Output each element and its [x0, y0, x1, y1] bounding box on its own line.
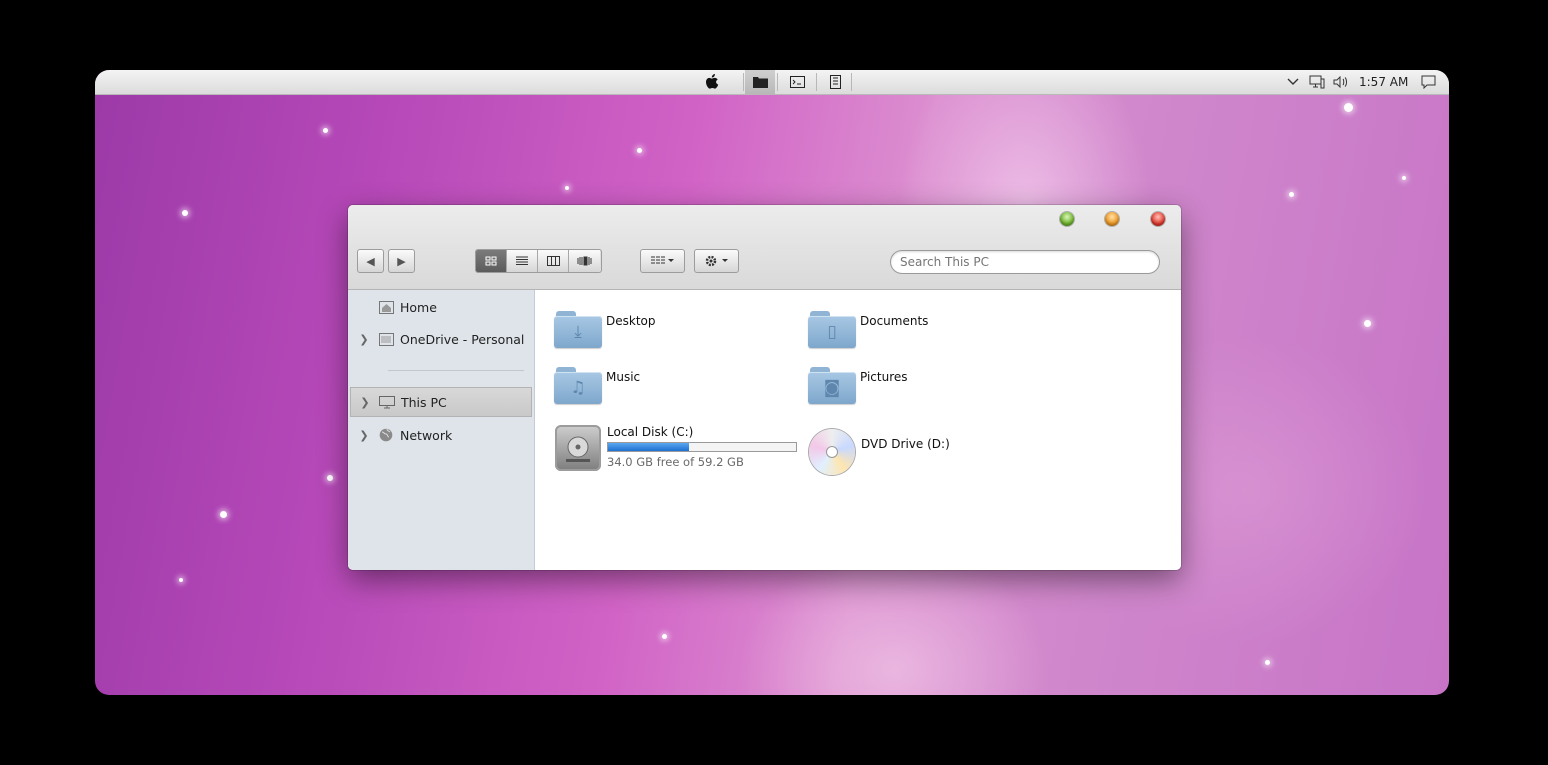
apple-icon[interactable]	[698, 70, 728, 94]
star	[1289, 192, 1294, 197]
pictures-folder-icon: ◙	[808, 365, 856, 405]
sidebar-item-home[interactable]: Home	[350, 292, 532, 322]
item-label: Documents	[860, 314, 929, 328]
close-button[interactable]	[1151, 212, 1165, 226]
disk-free-text: 34.0 GB free of 59.2 GB	[607, 455, 744, 469]
folder-desktop[interactable]: ⤓ Desktop	[554, 309, 656, 349]
desktop: 1:57 AM ◀ ▶ Search This PC Home ❯ OneDri…	[95, 70, 1449, 695]
sidebar-item-label: Network	[400, 427, 453, 443]
computer-icon	[379, 395, 395, 409]
sidebar-item-label: This PC	[401, 394, 447, 410]
chevron-up-icon[interactable]	[1283, 70, 1303, 94]
drive-dvd-d[interactable]: DVD Drive (D:)	[809, 429, 950, 475]
star	[1344, 103, 1353, 112]
folder-icon: ⤓	[554, 309, 602, 349]
sidebar-item-network[interactable]: ❯ Network	[350, 420, 532, 450]
sidebar-item-label: Home	[400, 299, 437, 315]
back-arrow-icon: ◀	[366, 254, 375, 268]
folder-documents[interactable]: ▯ Documents	[808, 309, 928, 349]
window-titlebar: ◀ ▶	[348, 205, 1181, 290]
folder-icon[interactable]	[745, 70, 775, 94]
folder-music[interactable]: ♫ Music	[554, 365, 640, 405]
cover-flow-icon	[577, 256, 592, 266]
music-folder-icon: ♫	[554, 365, 602, 405]
chevron-right-icon[interactable]: ❯	[351, 396, 379, 409]
content-area: ⤓ Desktop ▯ Documents ♫ Music ◙ Pictures	[535, 290, 1181, 570]
drive-local-disk-c[interactable]: Local Disk (C:) 34.0 GB free of 59.2 GB	[555, 425, 797, 471]
menu-separator	[743, 73, 744, 91]
view-list-button[interactable]	[507, 250, 538, 272]
sidebar-item-onedrive[interactable]: ❯ OneDrive - Personal	[350, 324, 532, 354]
folder-pictures[interactable]: ◙ Pictures	[808, 365, 908, 405]
star	[182, 210, 188, 216]
view-mode-segmented-control	[475, 249, 602, 273]
arrange-icon	[650, 256, 674, 264]
item-label: DVD Drive (D:)	[861, 437, 950, 451]
menu-separator	[777, 73, 778, 91]
network-globe-icon	[378, 428, 394, 442]
star	[1364, 320, 1371, 327]
star	[637, 148, 642, 153]
chevron-right-icon[interactable]: ❯	[350, 429, 378, 442]
sidebar-divider	[388, 370, 524, 371]
volume-icon[interactable]	[1331, 70, 1351, 94]
disk-usage-fill	[608, 443, 689, 451]
maximize-button[interactable]	[1105, 212, 1119, 226]
menu-separator	[816, 73, 817, 91]
chevron-right-icon[interactable]: ❯	[350, 333, 378, 346]
clock[interactable]: 1:57 AM	[1359, 70, 1408, 94]
forward-button[interactable]: ▶	[388, 249, 415, 273]
sidebar: Home ❯ OneDrive - Personal ❯ This PC ❯ N…	[348, 290, 535, 570]
star	[662, 634, 667, 639]
star	[327, 475, 333, 481]
action-gear-button[interactable]	[694, 249, 739, 273]
notification-icon[interactable]	[1417, 70, 1439, 94]
grid-icon	[485, 256, 497, 266]
menu-bar: 1:57 AM ◀ ▶ Search This PC Home ❯ OneDri…	[95, 70, 1449, 570]
view-columns-button[interactable]	[538, 250, 569, 272]
item-label: Music	[606, 370, 641, 384]
search-input[interactable]	[890, 250, 1160, 274]
sidebar-item-label: OneDrive - Personal	[400, 331, 525, 347]
star	[565, 186, 569, 190]
star	[323, 128, 328, 133]
item-label: Desktop	[606, 314, 656, 328]
dvd-icon	[809, 429, 855, 475]
star	[1402, 176, 1406, 180]
star	[179, 578, 183, 582]
onedrive-icon	[378, 332, 394, 346]
star	[1265, 660, 1270, 665]
columns-icon	[546, 256, 560, 266]
view-cover-flow-button[interactable]	[569, 250, 600, 272]
arrange-button[interactable]	[640, 249, 685, 273]
view-icons-button[interactable]	[476, 250, 507, 272]
folder-icon: ▯	[808, 309, 856, 349]
list-icon	[516, 256, 528, 265]
panel-icon[interactable]	[820, 70, 850, 94]
disk-usage-bar	[607, 442, 797, 452]
minimize-button[interactable]	[1060, 212, 1074, 226]
forward-arrow-icon: ▶	[397, 254, 406, 268]
home-icon	[378, 300, 394, 314]
star	[220, 511, 227, 518]
back-button[interactable]: ◀	[357, 249, 384, 273]
item-label: Pictures	[860, 370, 908, 384]
terminal-icon[interactable]	[782, 70, 812, 94]
item-label: Local Disk (C:)	[607, 425, 694, 439]
gear-icon	[705, 255, 728, 267]
menu-separator	[851, 73, 852, 91]
network-icon[interactable]	[1307, 70, 1327, 94]
file-explorer-window: ◀ ▶ Search This PC Home ❯ OneDrive - Per…	[348, 205, 1181, 570]
sidebar-item-this-pc[interactable]: ❯ This PC	[350, 387, 532, 417]
hard-drive-icon	[555, 425, 601, 471]
